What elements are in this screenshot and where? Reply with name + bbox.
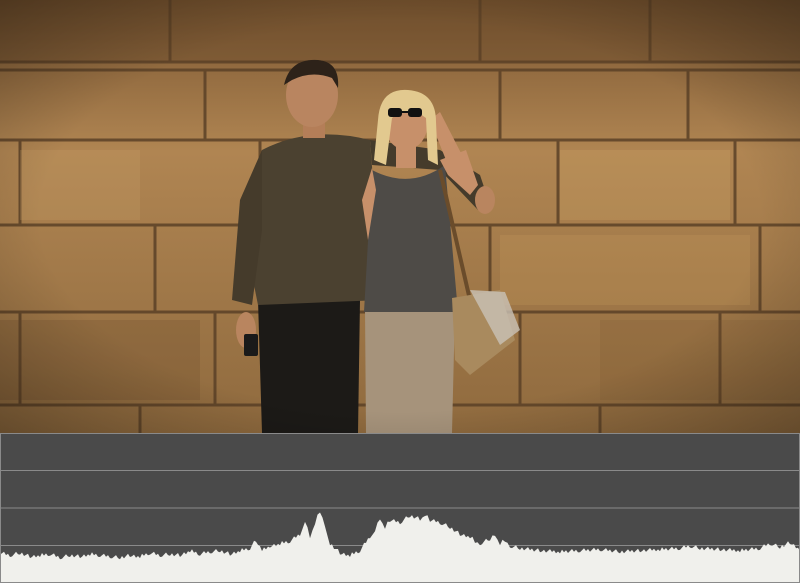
histogram-area (0, 512, 800, 583)
vignette-overlay (0, 0, 800, 433)
luminance-histogram (0, 433, 800, 583)
video-frame (0, 0, 800, 433)
scene-image (0, 0, 800, 433)
histogram-chart (0, 470, 800, 583)
